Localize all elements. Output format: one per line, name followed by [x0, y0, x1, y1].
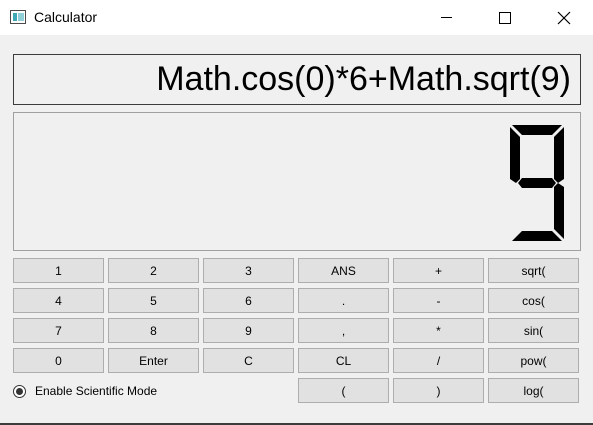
- clear-line-button[interactable]: CL: [298, 348, 389, 373]
- scientific-mode-label: Enable Scientific Mode: [35, 384, 158, 398]
- expression-input[interactable]: Math.cos(0)*6+Math.sqrt(9): [13, 54, 581, 105]
- title-bar[interactable]: Calculator: [0, 0, 593, 35]
- lcd-segment-e: [510, 183, 520, 239]
- sqrt-button[interactable]: sqrt(: [488, 258, 579, 283]
- sin-button[interactable]: sin(: [488, 318, 579, 343]
- lcd-segment-c: [554, 183, 564, 239]
- ans-button[interactable]: ANS: [298, 258, 389, 283]
- lcd-segment-d: [512, 231, 562, 241]
- maximize-button[interactable]: [476, 0, 534, 35]
- digit-7-button[interactable]: 7: [13, 318, 104, 343]
- scientific-mode-radio[interactable]: [13, 384, 26, 398]
- pow-button[interactable]: pow(: [488, 348, 579, 373]
- digit-6-button[interactable]: 6: [203, 288, 294, 313]
- digit-9-button[interactable]: 9: [203, 318, 294, 343]
- scientific-mode-toggle[interactable]: Enable Scientific Mode: [13, 382, 157, 400]
- window-title: Calculator: [34, 9, 98, 25]
- digit-8-button[interactable]: 8: [108, 318, 199, 343]
- plus-button[interactable]: +: [393, 258, 484, 283]
- maximize-icon: [499, 11, 511, 24]
- comma-button[interactable]: ,: [298, 318, 389, 343]
- enter-button[interactable]: Enter: [108, 348, 199, 373]
- lcd-digit: [510, 125, 564, 241]
- digit-3-button[interactable]: 3: [203, 258, 294, 283]
- multiply-button[interactable]: *: [393, 318, 484, 343]
- minimize-icon: [440, 17, 452, 18]
- divide-button[interactable]: /: [393, 348, 484, 373]
- minus-button[interactable]: -: [393, 288, 484, 313]
- digit-1-button[interactable]: 1: [13, 258, 104, 283]
- lcd-result-display: [13, 112, 581, 251]
- digit-5-button[interactable]: 5: [108, 288, 199, 313]
- open-paren-button[interactable]: (: [298, 378, 389, 403]
- close-icon: [557, 11, 571, 24]
- clear-button[interactable]: C: [203, 348, 294, 373]
- digit-2-button[interactable]: 2: [108, 258, 199, 283]
- lcd-segment-a: [512, 125, 562, 135]
- cos-button[interactable]: cos(: [488, 288, 579, 313]
- calculator-app-icon: [10, 10, 26, 24]
- minimize-button[interactable]: [417, 0, 475, 35]
- digit-4-button[interactable]: 4: [13, 288, 104, 313]
- lcd-segment-f: [510, 127, 520, 183]
- close-paren-button[interactable]: ): [393, 378, 484, 403]
- close-button[interactable]: [535, 0, 593, 35]
- lcd-segment-g: [518, 178, 556, 188]
- decimal-point-button[interactable]: .: [298, 288, 389, 313]
- lcd-segment-b: [554, 127, 564, 183]
- digit-0-button[interactable]: 0: [13, 348, 104, 373]
- radio-selected-dot: [16, 387, 23, 395]
- log-button[interactable]: log(: [488, 378, 579, 403]
